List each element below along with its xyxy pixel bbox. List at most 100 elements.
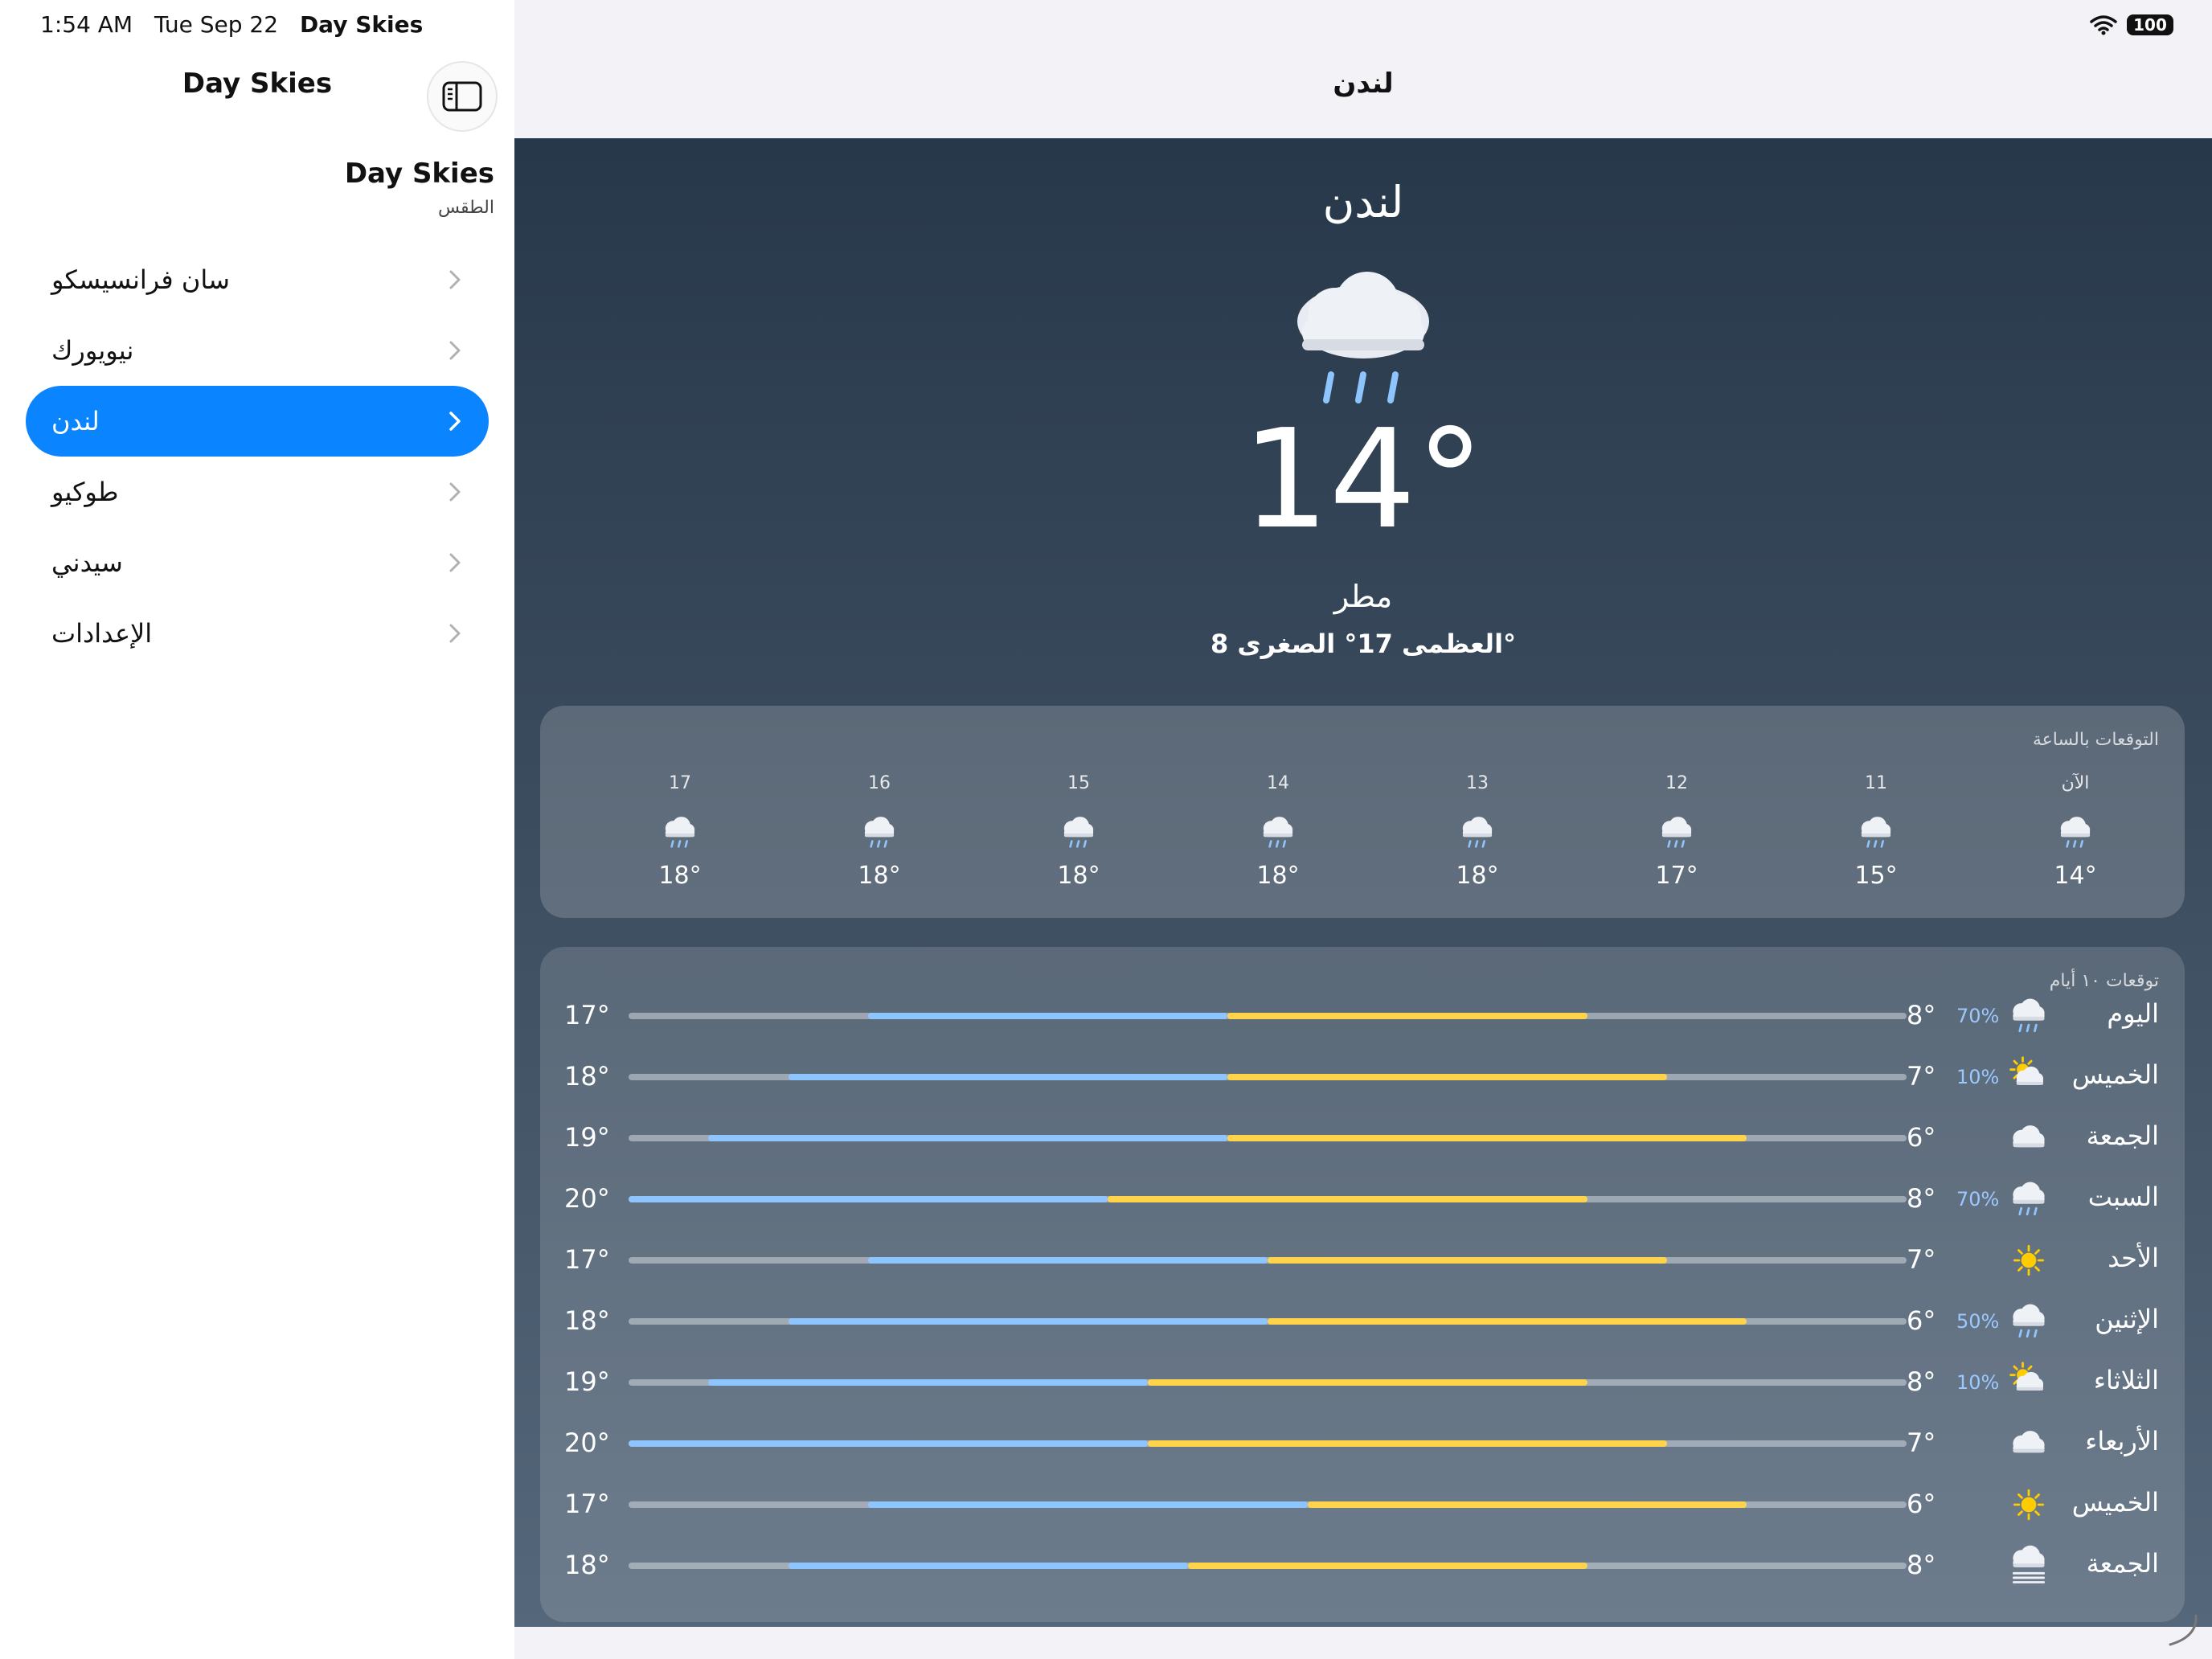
sidebar-item-settings[interactable]: الإعدادات bbox=[26, 598, 489, 669]
hour-label: 12 bbox=[1665, 773, 1688, 793]
sidebar-item-label: سيدني bbox=[51, 547, 123, 578]
weather-content: لندن 14° مطر العظمى 17° الصغرى 8° التوقع… bbox=[514, 138, 2212, 1627]
hour-temperature: 18° bbox=[1256, 862, 1300, 890]
temperature-range-track bbox=[629, 1196, 1907, 1202]
temperature-range-warm bbox=[1187, 1563, 1587, 1569]
high-temperature: 18° bbox=[564, 1305, 610, 1336]
status-bar-right: 100 bbox=[2090, 14, 2173, 35]
hour-temperature: 14° bbox=[2054, 862, 2097, 890]
day-name: الأحد bbox=[2108, 1243, 2159, 1273]
daily-row: الجمعة 8° 18° bbox=[540, 1535, 2185, 1596]
hourly-forecast-title: التوقعات بالساعة bbox=[2032, 730, 2159, 750]
hourly-item: 11 15° bbox=[1812, 773, 1940, 890]
high-temperature: 20° bbox=[564, 1428, 610, 1458]
cloud-icon bbox=[2013, 1431, 2045, 1453]
sidebar-toggle-button[interactable] bbox=[427, 61, 498, 132]
chevron-right-icon bbox=[449, 624, 461, 643]
sun-icon bbox=[2013, 1244, 2045, 1276]
temperature-range-track bbox=[629, 1257, 1907, 1264]
high-temperature: 18° bbox=[564, 1550, 610, 1580]
cloud-rain-icon bbox=[1861, 817, 1891, 848]
temperature-range-warm bbox=[1147, 1440, 1667, 1447]
hour-label: 11 bbox=[1865, 773, 1887, 793]
hourly-item: 12 17° bbox=[1612, 773, 1741, 890]
cloud-rain-icon bbox=[1263, 817, 1293, 848]
chevron-right-icon bbox=[449, 482, 461, 502]
battery-indicator: 100 bbox=[2127, 14, 2173, 35]
daily-row: الأربعاء 7° 20° bbox=[540, 1413, 2185, 1474]
hour-temperature: 17° bbox=[1655, 862, 1698, 890]
sidebar-item-new-york[interactable]: نيويورك bbox=[26, 315, 489, 386]
temperature-range-cool bbox=[708, 1379, 1148, 1386]
daily-row: الجمعة 6° 19° bbox=[540, 1108, 2185, 1169]
low-temperature: 6° bbox=[1907, 1305, 1936, 1336]
low-temperature: 7° bbox=[1907, 1428, 1936, 1458]
sidebar-item-label: طوكيو bbox=[51, 477, 119, 507]
hourly-item: الآن 14° bbox=[2011, 773, 2140, 890]
temperature-range-cool bbox=[788, 1074, 1228, 1080]
cloud-rain-icon bbox=[1462, 817, 1493, 848]
city-name: لندن bbox=[1322, 177, 1404, 227]
low-temperature: 6° bbox=[1907, 1489, 1936, 1519]
temperature-range-track bbox=[629, 1501, 1907, 1508]
hour-label: 15 bbox=[1067, 773, 1090, 793]
sidebar: 1:54 AM Tue Sep 22 Day Skies Day Skies D… bbox=[0, 0, 514, 1659]
cloud-rain-icon bbox=[665, 817, 695, 848]
day-name: اليوم bbox=[2107, 998, 2159, 1029]
sidebar-toggle-icon bbox=[442, 81, 482, 112]
day-name: الخميس bbox=[2071, 1059, 2159, 1090]
temperature-range-track bbox=[629, 1318, 1907, 1325]
status-date: Tue Sep 22 bbox=[154, 11, 279, 38]
main-pane: 100 لندن لندن 14° مطر العظمى 17° الصغرى … bbox=[514, 0, 2212, 1659]
sidebar-item-london[interactable]: لندن bbox=[26, 386, 489, 457]
day-name: الأربعاء bbox=[2085, 1426, 2159, 1456]
daily-row: الأحد 7° 17° bbox=[540, 1230, 2185, 1291]
fog-icon bbox=[2012, 1545, 2046, 1583]
sidebar-item-tokyo[interactable]: طوكيو bbox=[26, 457, 489, 527]
hourly-item: 14 18° bbox=[1214, 773, 1342, 890]
temperature-range-track bbox=[629, 1135, 1907, 1141]
day-name: السبت bbox=[2087, 1182, 2159, 1212]
low-temperature: 7° bbox=[1907, 1061, 1936, 1092]
app-name: Day Skies bbox=[344, 158, 494, 190]
hour-temperature: 18° bbox=[858, 862, 901, 890]
sun-icon bbox=[2013, 1489, 2045, 1521]
day-name: الخميس bbox=[2071, 1487, 2159, 1518]
daily-row: السبت 70% 8° 20° bbox=[540, 1169, 2185, 1230]
sidebar-item-san-francisco[interactable]: سان فرانسيسكو bbox=[26, 244, 489, 315]
nav-title: لندن bbox=[1333, 68, 1394, 100]
temperature-range-warm bbox=[1268, 1318, 1747, 1325]
temperature-range-warm bbox=[1268, 1257, 1667, 1264]
resize-handle-icon[interactable] bbox=[2165, 1612, 2201, 1648]
daily-row: الثلاثاء 10% 8° 19° bbox=[540, 1352, 2185, 1413]
temperature-range-warm bbox=[1108, 1196, 1587, 1202]
high-temperature: 19° bbox=[564, 1122, 610, 1153]
hour-label: الآن bbox=[2061, 773, 2090, 793]
low-temperature: 8° bbox=[1907, 1000, 1936, 1030]
cloud-icon bbox=[2013, 1125, 2045, 1148]
sidebar-item-sydney[interactable]: سيدني bbox=[26, 527, 489, 598]
precipitation-chance: 10% bbox=[1956, 1371, 2000, 1394]
day-name: الجمعة bbox=[2086, 1548, 2159, 1579]
temperature-range-track bbox=[629, 1440, 1907, 1447]
temperature-range-warm bbox=[1307, 1501, 1747, 1508]
sidebar-item-label: سان فرانسيسكو bbox=[51, 264, 230, 295]
temperature-range-track bbox=[629, 1379, 1907, 1386]
high-temperature: 20° bbox=[564, 1183, 610, 1214]
app-subtitle: الطقس bbox=[437, 198, 494, 218]
low-temperature: 6° bbox=[1907, 1122, 1936, 1153]
temperature-range-cool bbox=[868, 1501, 1308, 1508]
temperature-range-cool bbox=[629, 1440, 1148, 1447]
daily-forecast-card: توقعات ١٠ أيام اليوم 70% 8° 17° الخميس 10% 7° 1… bbox=[540, 947, 2185, 1622]
chevron-right-icon bbox=[449, 341, 461, 360]
high-temperature: 17° bbox=[564, 1489, 610, 1519]
chevron-right-icon bbox=[449, 553, 461, 572]
status-bar-left: 1:54 AM Tue Sep 22 Day Skies bbox=[40, 11, 437, 38]
low-temperature: 8° bbox=[1907, 1366, 1936, 1397]
cloud-rain-icon bbox=[1661, 817, 1692, 848]
cloud-rain-icon bbox=[1297, 272, 1429, 403]
cloud-rain-icon bbox=[864, 817, 895, 848]
high-temperature: 19° bbox=[564, 1366, 610, 1397]
temperature-range-warm bbox=[1227, 1074, 1667, 1080]
precipitation-chance: 70% bbox=[1956, 1005, 2000, 1027]
